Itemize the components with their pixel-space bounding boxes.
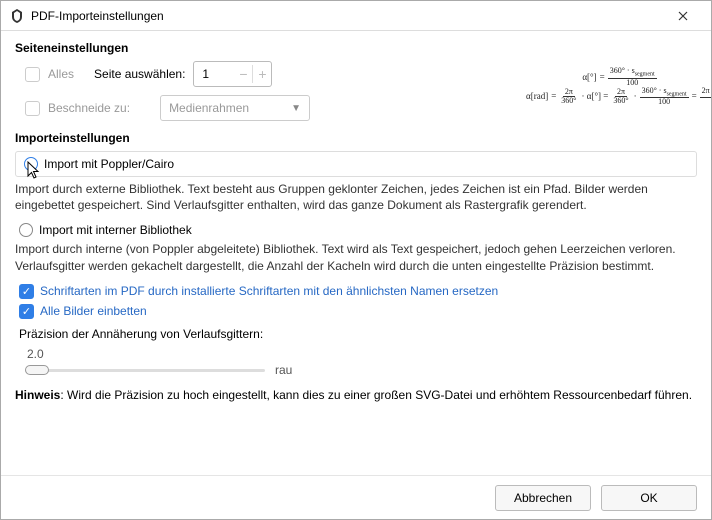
- titlebar: PDF-Importeinstellungen: [1, 1, 711, 31]
- crop-dropdown[interactable]: Medienrahmen ▼: [160, 95, 310, 121]
- poppler-description: Import durch externe Bibliothek. Text be…: [15, 181, 697, 213]
- window-title: PDF-Importeinstellungen: [31, 9, 663, 23]
- radio-internal[interactable]: [19, 223, 33, 237]
- crop-value: Medienrahmen: [169, 101, 249, 115]
- radio-poppler-label: Import mit Poppler/Cairo: [44, 157, 174, 171]
- slider-thumb[interactable]: [25, 365, 49, 375]
- cancel-button[interactable]: Abbrechen: [495, 485, 591, 511]
- hint-text: Hinweis: Wird die Präzision zu hoch eing…: [15, 387, 697, 403]
- embed-images-label: Alle Bilder einbetten: [40, 304, 147, 318]
- page-settings-heading: Seiteneinstellungen: [15, 41, 697, 55]
- all-pages-label: Alles: [48, 67, 74, 81]
- precision-label: Präzision der Annäherung von Verlaufsgit…: [19, 327, 697, 341]
- embed-images-checkbox[interactable]: ✓: [19, 304, 34, 319]
- radio-poppler[interactable]: [24, 157, 38, 171]
- dialog-window: PDF-Importeinstellungen α[°] = 360° · ss…: [0, 0, 712, 520]
- formula-text: α[°]: [582, 71, 596, 84]
- app-icon: [9, 8, 25, 24]
- dialog-footer: Abbrechen OK: [1, 475, 711, 519]
- chevron-down-icon: ▼: [291, 103, 301, 114]
- radio-internal-label: Import mit interner Bibliothek: [39, 223, 192, 237]
- internal-description: Import durch interne (von Poppler abgele…: [15, 241, 697, 273]
- spin-up[interactable]: +: [253, 62, 271, 86]
- replace-fonts-label: Schriftarten im PDF durch installierte S…: [40, 284, 498, 298]
- pdf-preview: α[°] = 360° · ssegment 100 α[rad] = 2π36…: [522, 64, 697, 119]
- select-page-label: Seite auswählen:: [94, 67, 185, 81]
- import-settings-heading: Importeinstellungen: [15, 131, 697, 145]
- page-input[interactable]: [194, 67, 234, 81]
- all-pages-checkbox[interactable]: [25, 67, 40, 82]
- precision-slider[interactable]: [25, 363, 265, 377]
- close-button[interactable]: [663, 2, 703, 30]
- replace-fonts-checkbox[interactable]: ✓: [19, 284, 34, 299]
- fraction: 360° · ssegment 100: [608, 67, 657, 87]
- ok-button[interactable]: OK: [601, 485, 697, 511]
- formula-text: α[rad]: [526, 90, 548, 103]
- content-area: α[°] = 360° · ssegment 100 α[rad] = 2π36…: [1, 31, 711, 475]
- radio-poppler-group: Import mit Poppler/Cairo: [15, 151, 697, 177]
- spin-down[interactable]: −: [234, 62, 252, 86]
- page-spinner[interactable]: − +: [193, 61, 272, 87]
- crop-checkbox[interactable]: [25, 101, 40, 116]
- formula-text: =: [600, 71, 605, 84]
- precision-value: 2.0: [27, 347, 697, 361]
- hint-body: : Wird die Präzision zu hoch eingestellt…: [60, 388, 692, 402]
- precision-rough-label: rau: [275, 363, 292, 377]
- hint-label: Hinweis: [15, 388, 60, 402]
- crop-label: Beschneide zu:: [48, 101, 130, 115]
